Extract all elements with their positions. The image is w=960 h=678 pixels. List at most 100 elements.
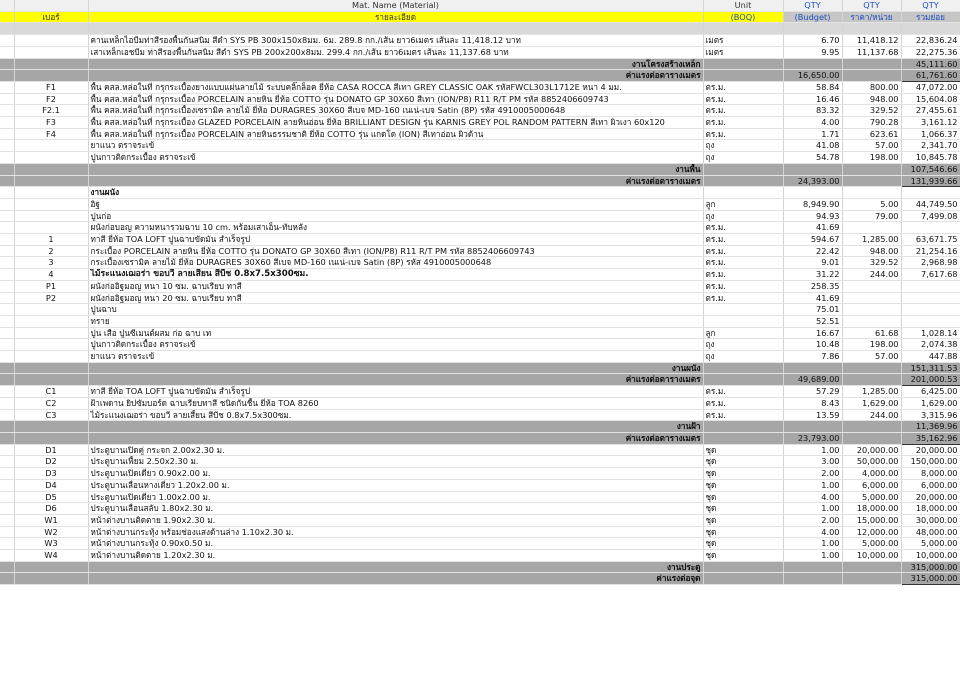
item-unit[interactable]: ถุง bbox=[703, 338, 784, 352]
item-no[interactable] bbox=[14, 338, 89, 352]
row-marker-cell[interactable] bbox=[0, 444, 15, 457]
item-description[interactable]: ประตูบานเปิดเดี่ยว 1.00x2.00 ม. bbox=[88, 491, 704, 504]
item-no[interactable]: C3 bbox=[14, 409, 89, 422]
item-unit-price[interactable]: 244.00 bbox=[842, 409, 902, 422]
blank-cell[interactable] bbox=[14, 22, 89, 36]
item-unit-price[interactable]: 57.00 bbox=[842, 350, 902, 363]
item-description[interactable]: ผนังก่ออิฐมอญ หนา 20 ซม. ฉาบเรียบ ทาสี bbox=[88, 292, 704, 305]
item-qty[interactable]: 9.01 bbox=[783, 256, 843, 270]
item-unit-price[interactable]: 198.00 bbox=[842, 151, 902, 164]
row-marker-cell[interactable] bbox=[0, 163, 15, 176]
boq-header[interactable]: (BOQ) bbox=[703, 11, 784, 24]
item-total[interactable]: 20,000.00 bbox=[901, 444, 960, 457]
item-qty[interactable]: 6.70 bbox=[783, 34, 843, 47]
item-description[interactable]: ปูน เสือ ปูนซีเมนต์ผสม ก่อ ฉาบ เท bbox=[88, 327, 704, 340]
item-unit[interactable]: ตร.ม. bbox=[703, 233, 784, 246]
item-unit-price[interactable]: 11,418.12 bbox=[842, 34, 902, 47]
item-unit[interactable]: ตร.ม. bbox=[703, 116, 784, 129]
item-unit-price[interactable] bbox=[842, 315, 902, 328]
item-total[interactable] bbox=[901, 292, 960, 305]
item-no[interactable] bbox=[14, 303, 89, 316]
item-description[interactable]: ยาแนว ตราจระเข้ bbox=[88, 350, 704, 363]
item-description[interactable]: ประตูบานเลื่อนหางเดี่ยว 1.20x2.00 ม. bbox=[88, 479, 704, 492]
item-unit-price[interactable]: 1,285.00 bbox=[842, 385, 902, 398]
row-marker-cell[interactable] bbox=[0, 198, 15, 211]
item-qty[interactable]: 58.84 bbox=[783, 81, 843, 94]
item-unit-price[interactable]: 623.61 bbox=[842, 128, 902, 141]
item-description[interactable]: พื้น คสล.หล่อในที่ กรุกระเบื้อง PORCELAI… bbox=[88, 93, 704, 106]
row-marker-cell[interactable] bbox=[0, 268, 15, 281]
row-marker-cell[interactable] bbox=[0, 292, 15, 305]
item-no[interactable] bbox=[14, 186, 89, 199]
item-unit[interactable]: ถุง bbox=[703, 210, 784, 223]
item-description[interactable]: ฝ้าเพดาน ยิปซัมบอร์ด ฉาบเรียบทาสี ชนิดกั… bbox=[88, 397, 704, 410]
price-cell[interactable] bbox=[842, 373, 902, 387]
item-no[interactable]: F2 bbox=[14, 93, 89, 106]
item-unit[interactable]: ถุง bbox=[703, 350, 784, 363]
item-description[interactable]: กระเบื้อง PORCELAIN ลายหิน ยี่ห้อ COTTO … bbox=[88, 245, 704, 258]
item-no[interactable]: D2 bbox=[14, 455, 89, 469]
item-no[interactable]: P2 bbox=[14, 292, 89, 305]
row-marker-cell[interactable] bbox=[0, 34, 15, 47]
row-marker-cell[interactable] bbox=[0, 128, 15, 141]
item-description[interactable]: ปูนก่อ bbox=[88, 210, 704, 223]
item-no[interactable] bbox=[14, 46, 89, 59]
item-unit-price[interactable]: 5.00 bbox=[842, 198, 902, 211]
row-marker-cell[interactable] bbox=[0, 69, 15, 82]
item-unit[interactable]: ตร.ม. bbox=[703, 397, 784, 410]
no-cell[interactable] bbox=[14, 432, 89, 445]
item-unit-price[interactable]: 329.52 bbox=[842, 256, 902, 270]
row-marker-cell[interactable] bbox=[0, 432, 15, 445]
subtotal-total[interactable]: 45,111.60 bbox=[901, 58, 960, 71]
no-cell[interactable] bbox=[14, 175, 89, 188]
row-marker-cell[interactable] bbox=[0, 373, 15, 387]
item-total[interactable] bbox=[901, 186, 960, 199]
subtotal-label[interactable]: ค่าแรงต่อตารางเมตร bbox=[88, 175, 704, 188]
item-total[interactable]: 2,341.70 bbox=[901, 139, 960, 153]
item-unit[interactable]: ถุง bbox=[703, 139, 784, 153]
row-marker-cell[interactable] bbox=[0, 479, 15, 492]
item-no[interactable] bbox=[14, 198, 89, 211]
item-total[interactable]: 3,315.96 bbox=[901, 409, 960, 422]
item-no[interactable] bbox=[14, 151, 89, 164]
blank-cell[interactable] bbox=[842, 22, 902, 36]
subtotal-budget[interactable]: 16,650.00 bbox=[783, 69, 843, 82]
item-qty[interactable]: 594.67 bbox=[783, 233, 843, 246]
subtotal-label[interactable]: งานฝ้า bbox=[88, 420, 704, 433]
item-no[interactable] bbox=[14, 327, 89, 340]
item-unit-price[interactable]: 61.68 bbox=[842, 327, 902, 340]
item-description[interactable]: ผนังก่อบอญ ความหนารวมฉาบ 10 cm. พร้อมเสา… bbox=[88, 221, 704, 235]
unit-cell[interactable] bbox=[703, 373, 784, 387]
item-no[interactable]: D3 bbox=[14, 467, 89, 480]
item-unit-price[interactable]: 5,000.00 bbox=[842, 491, 902, 504]
item-unit[interactable]: ชุด bbox=[703, 444, 784, 457]
row-marker-cell[interactable] bbox=[0, 81, 15, 94]
subtotal-total[interactable]: 131,939.66 bbox=[900, 174, 960, 188]
subtotal-label[interactable]: งานผนัง bbox=[88, 362, 704, 375]
item-unit-price[interactable]: 948.00 bbox=[842, 93, 902, 106]
item-qty[interactable]: 1.00 bbox=[783, 479, 843, 492]
item-no[interactable] bbox=[14, 34, 89, 47]
item-unit[interactable]: ตร.ม. bbox=[703, 256, 784, 270]
no-cell[interactable] bbox=[14, 362, 89, 375]
item-unit-price[interactable]: 800.00 bbox=[842, 81, 902, 94]
item-unit[interactable]: ชุด bbox=[703, 455, 784, 469]
row-marker-cell[interactable] bbox=[0, 409, 15, 422]
item-total[interactable]: 8,000.00 bbox=[901, 467, 960, 480]
item-total[interactable] bbox=[901, 280, 960, 293]
item-total[interactable]: 6,000.00 bbox=[901, 479, 960, 492]
item-total[interactable]: 22,275.36 bbox=[901, 46, 960, 59]
item-qty[interactable]: 31.22 bbox=[783, 268, 843, 281]
no-cell[interactable] bbox=[14, 420, 89, 433]
detail-header[interactable]: รายละเอียด bbox=[88, 11, 704, 24]
item-description[interactable]: ประตูบานเปิดเดี่ยว 0.90x2.00 ม. bbox=[88, 467, 704, 480]
item-no[interactable]: 1 bbox=[14, 233, 89, 246]
item-no[interactable]: D1 bbox=[14, 444, 89, 457]
item-qty[interactable]: 2.00 bbox=[783, 467, 843, 480]
subtotal-budget[interactable] bbox=[783, 58, 843, 71]
item-unit-price[interactable]: 6,000.00 bbox=[842, 479, 902, 492]
subtotal-total[interactable]: 315,000.00 bbox=[900, 572, 960, 586]
row-marker-cell[interactable] bbox=[0, 256, 15, 270]
price-cell[interactable] bbox=[842, 58, 902, 71]
item-no[interactable] bbox=[14, 315, 89, 328]
